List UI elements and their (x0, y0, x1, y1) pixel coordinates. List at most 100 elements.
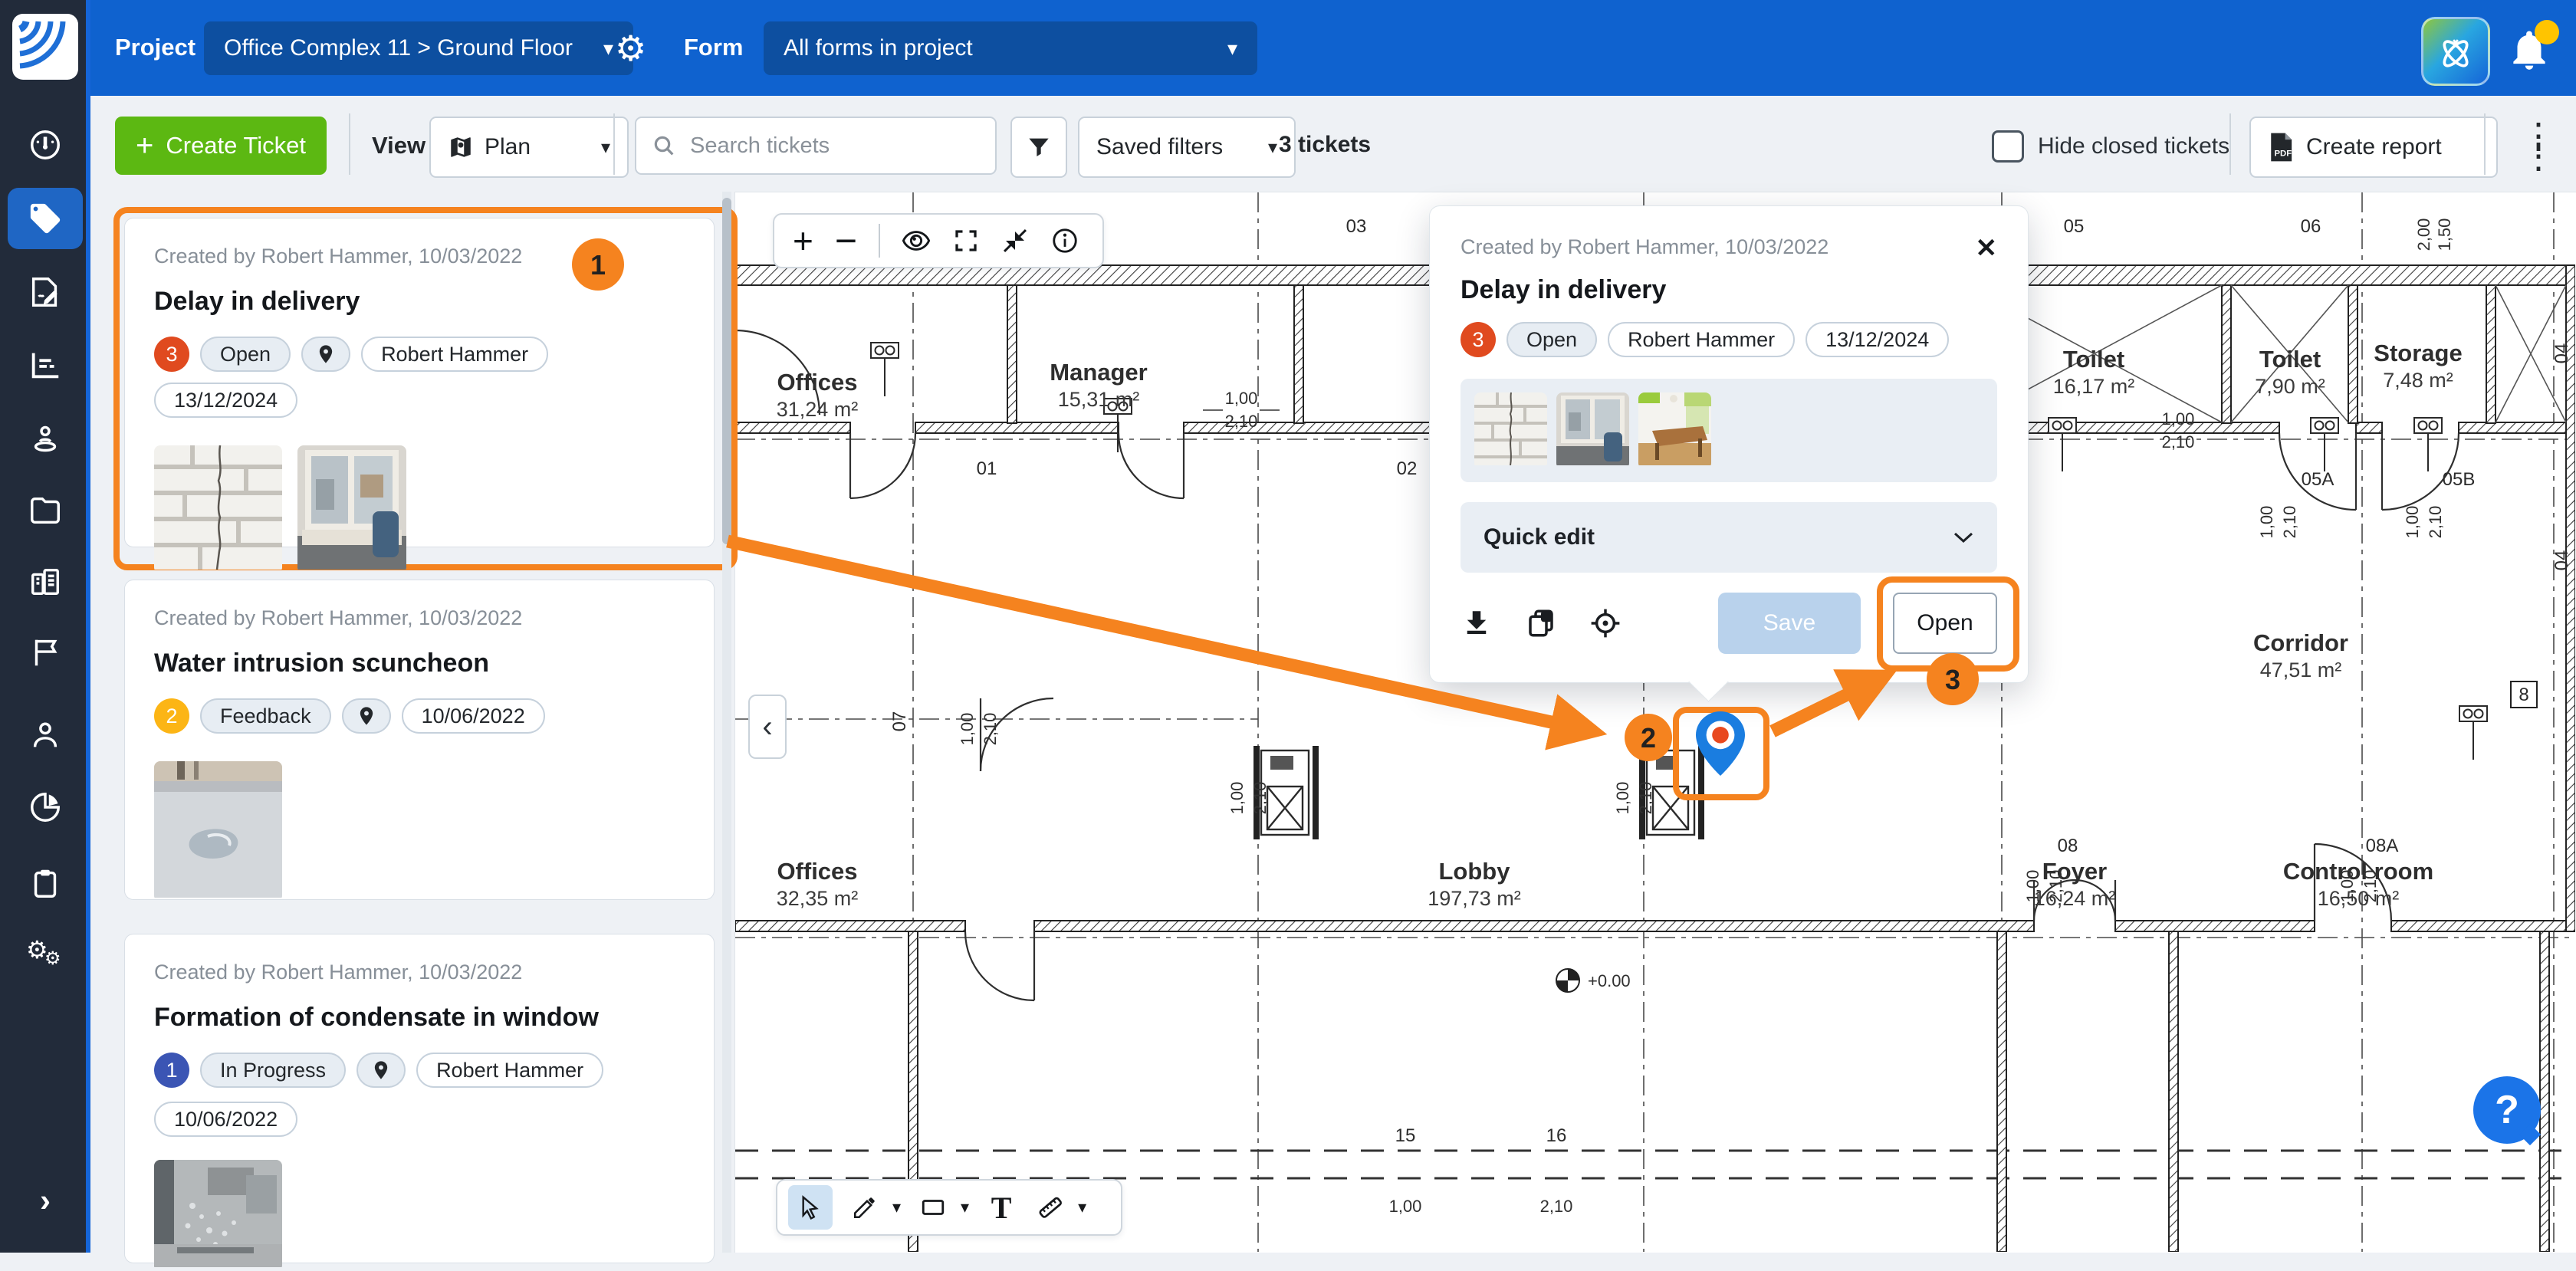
svg-text:1,50: 1,50 (2435, 218, 2454, 251)
ticket-created: Created by Robert Hammer, 10/03/2022 (154, 606, 685, 630)
ticket-card[interactable]: Created by Robert Hammer, 10/03/2022 For… (124, 934, 715, 1263)
photo-thumbnail-office-window[interactable] (1556, 392, 1629, 469)
sidebar-item-reports[interactable] (0, 787, 90, 827)
sidebar-item-site-presence[interactable] (0, 419, 90, 458)
drawing-toolbar: ▾ ▾ T ▾ (776, 1179, 1122, 1236)
sidebar-item-plans-approval[interactable] (0, 272, 90, 312)
room-name: Storage (2374, 340, 2462, 366)
divider (613, 113, 615, 175)
more-options-button[interactable]: ⋮⋮ (2521, 126, 2556, 166)
status-pill[interactable]: In Progress (200, 1053, 346, 1088)
shape-tool-button[interactable] (916, 1185, 950, 1230)
due-date-pill[interactable]: 13/12/2024 (1806, 322, 1949, 357)
assignee-pill[interactable]: Robert Hammer (361, 337, 548, 372)
view-label: View (372, 132, 426, 159)
pen-tool-caret[interactable]: ▾ (892, 1197, 901, 1217)
sidebar-item-contacts[interactable] (0, 715, 90, 755)
door-label: 05A (2302, 469, 2334, 490)
due-date-pill[interactable]: 13/12/2024 (154, 383, 297, 418)
photo-thumbnail-meeting-room[interactable] (1638, 392, 1711, 469)
assignee-pill[interactable]: Robert Hammer (416, 1053, 603, 1088)
assignee-pill[interactable]: Robert Hammer (1608, 322, 1795, 357)
room-area: 31,24 m² (777, 398, 859, 421)
help-button[interactable]: ? (2473, 1076, 2541, 1144)
buildings-icon (28, 564, 63, 599)
visibility-button[interactable] (902, 226, 931, 255)
app-switcher-button[interactable] (2421, 17, 2490, 86)
project-dropdown[interactable]: Office Complex 11 > Ground Floor ▾ (204, 21, 633, 75)
notifications-button[interactable] (2505, 26, 2553, 77)
sidebar-item-projects[interactable] (0, 562, 90, 602)
location-pill[interactable] (301, 337, 350, 372)
sidebar-item-flags[interactable] (0, 632, 90, 672)
info-button[interactable] (1050, 226, 1079, 255)
form-dropdown[interactable]: All forms in project ▾ (764, 21, 1257, 75)
project-settings-gear-icon[interactable]: ⚙ (615, 28, 646, 69)
location-pill[interactable] (342, 698, 391, 734)
create-ticket-button[interactable]: + Create Ticket (115, 117, 327, 175)
photo-thumbnail-office-window[interactable] (297, 445, 406, 573)
save-button[interactable]: Save (1718, 593, 1861, 654)
filter-button[interactable] (1010, 117, 1067, 178)
open-button[interactable]: Open (1893, 593, 1997, 654)
door-label: 05B (2443, 469, 2476, 490)
locate-on-plan-button[interactable] (1589, 607, 1622, 639)
zoom-out-button[interactable]: − (835, 222, 857, 260)
help-question-mark: ? (2495, 1087, 2519, 1133)
room-area: 197,73 m² (1428, 887, 1521, 910)
photo-thumbnail-condensate[interactable] (154, 1160, 282, 1271)
status-pill[interactable]: Feedback (200, 698, 331, 734)
measure-tool-caret[interactable]: ▾ (1078, 1197, 1086, 1217)
status-pill[interactable]: Open (1506, 322, 1597, 357)
due-date-pill[interactable]: 10/06/2022 (402, 698, 545, 734)
shape-tool-caret[interactable]: ▾ (961, 1197, 969, 1217)
text-tool-button[interactable]: T (984, 1185, 1018, 1230)
sidebar-item-tickets[interactable] (8, 188, 83, 249)
due-date-pill[interactable]: 10/06/2022 (154, 1102, 297, 1137)
sidebar-item-documents[interactable] (0, 491, 90, 530)
flag-icon (28, 635, 63, 670)
fit-view-button[interactable] (1001, 227, 1029, 255)
download-icon (1460, 607, 1493, 639)
location-pill[interactable] (356, 1053, 406, 1088)
sidebar-item-statistics[interactable] (0, 345, 90, 385)
saved-filters-dropdown[interactable]: Saved filters ▾ (1078, 117, 1296, 178)
sidebar-item-dashboard[interactable] (0, 125, 90, 165)
sidebar-item-tasks[interactable] (0, 863, 90, 903)
select-tool-button[interactable] (788, 1185, 833, 1230)
search-container (635, 117, 997, 175)
sidebar-expand[interactable]: › (0, 1181, 90, 1220)
sidebar-item-settings[interactable]: ⚙ ⚙ (0, 935, 90, 975)
svg-text:1,00: 1,00 (958, 713, 977, 746)
create-report-button[interactable]: PDF Create report (2249, 117, 2498, 178)
priority-badge: 2 (154, 698, 189, 734)
ticket-card[interactable]: Created by Robert Hammer, 10/03/2022 Del… (124, 218, 715, 547)
siteview-icon (2432, 28, 2479, 75)
svg-text:2,10: 2,10 (2046, 870, 2065, 903)
folder-icon (28, 493, 63, 528)
list-scrollbar-thumb[interactable] (722, 198, 731, 544)
photo-thumbnail-water[interactable] (154, 761, 282, 902)
measure-tool-button[interactable] (1033, 1185, 1067, 1230)
search-icon (652, 133, 676, 158)
photo-thumbnail-brick[interactable] (154, 445, 282, 573)
location-pin-icon (315, 343, 337, 365)
level-label: +0.00 (1588, 971, 1631, 990)
status-pill[interactable]: Open (200, 337, 291, 372)
room-name: Manager (1050, 359, 1147, 386)
collapse-panel-button[interactable]: ‹ (748, 695, 787, 759)
divider (349, 113, 350, 175)
download-button[interactable] (1460, 607, 1493, 639)
hide-closed-checkbox[interactable] (1992, 130, 2024, 163)
app-logo[interactable] (12, 14, 78, 80)
photo-thumbnail-brick[interactable] (1474, 392, 1547, 469)
zoom-in-button[interactable]: + (793, 223, 813, 258)
quick-edit-accordion[interactable]: Quick edit (1460, 502, 1997, 573)
view-mode-dropdown[interactable]: Plan ▾ (429, 117, 629, 178)
search-input[interactable] (688, 133, 968, 159)
fullscreen-button[interactable] (952, 227, 980, 255)
ticket-card[interactable]: Created by Robert Hammer, 10/03/2022 Wat… (124, 580, 715, 900)
close-icon[interactable]: ✕ (1976, 235, 1998, 261)
pen-tool-button[interactable] (848, 1185, 882, 1230)
duplicate-button[interactable] (1525, 607, 1557, 639)
